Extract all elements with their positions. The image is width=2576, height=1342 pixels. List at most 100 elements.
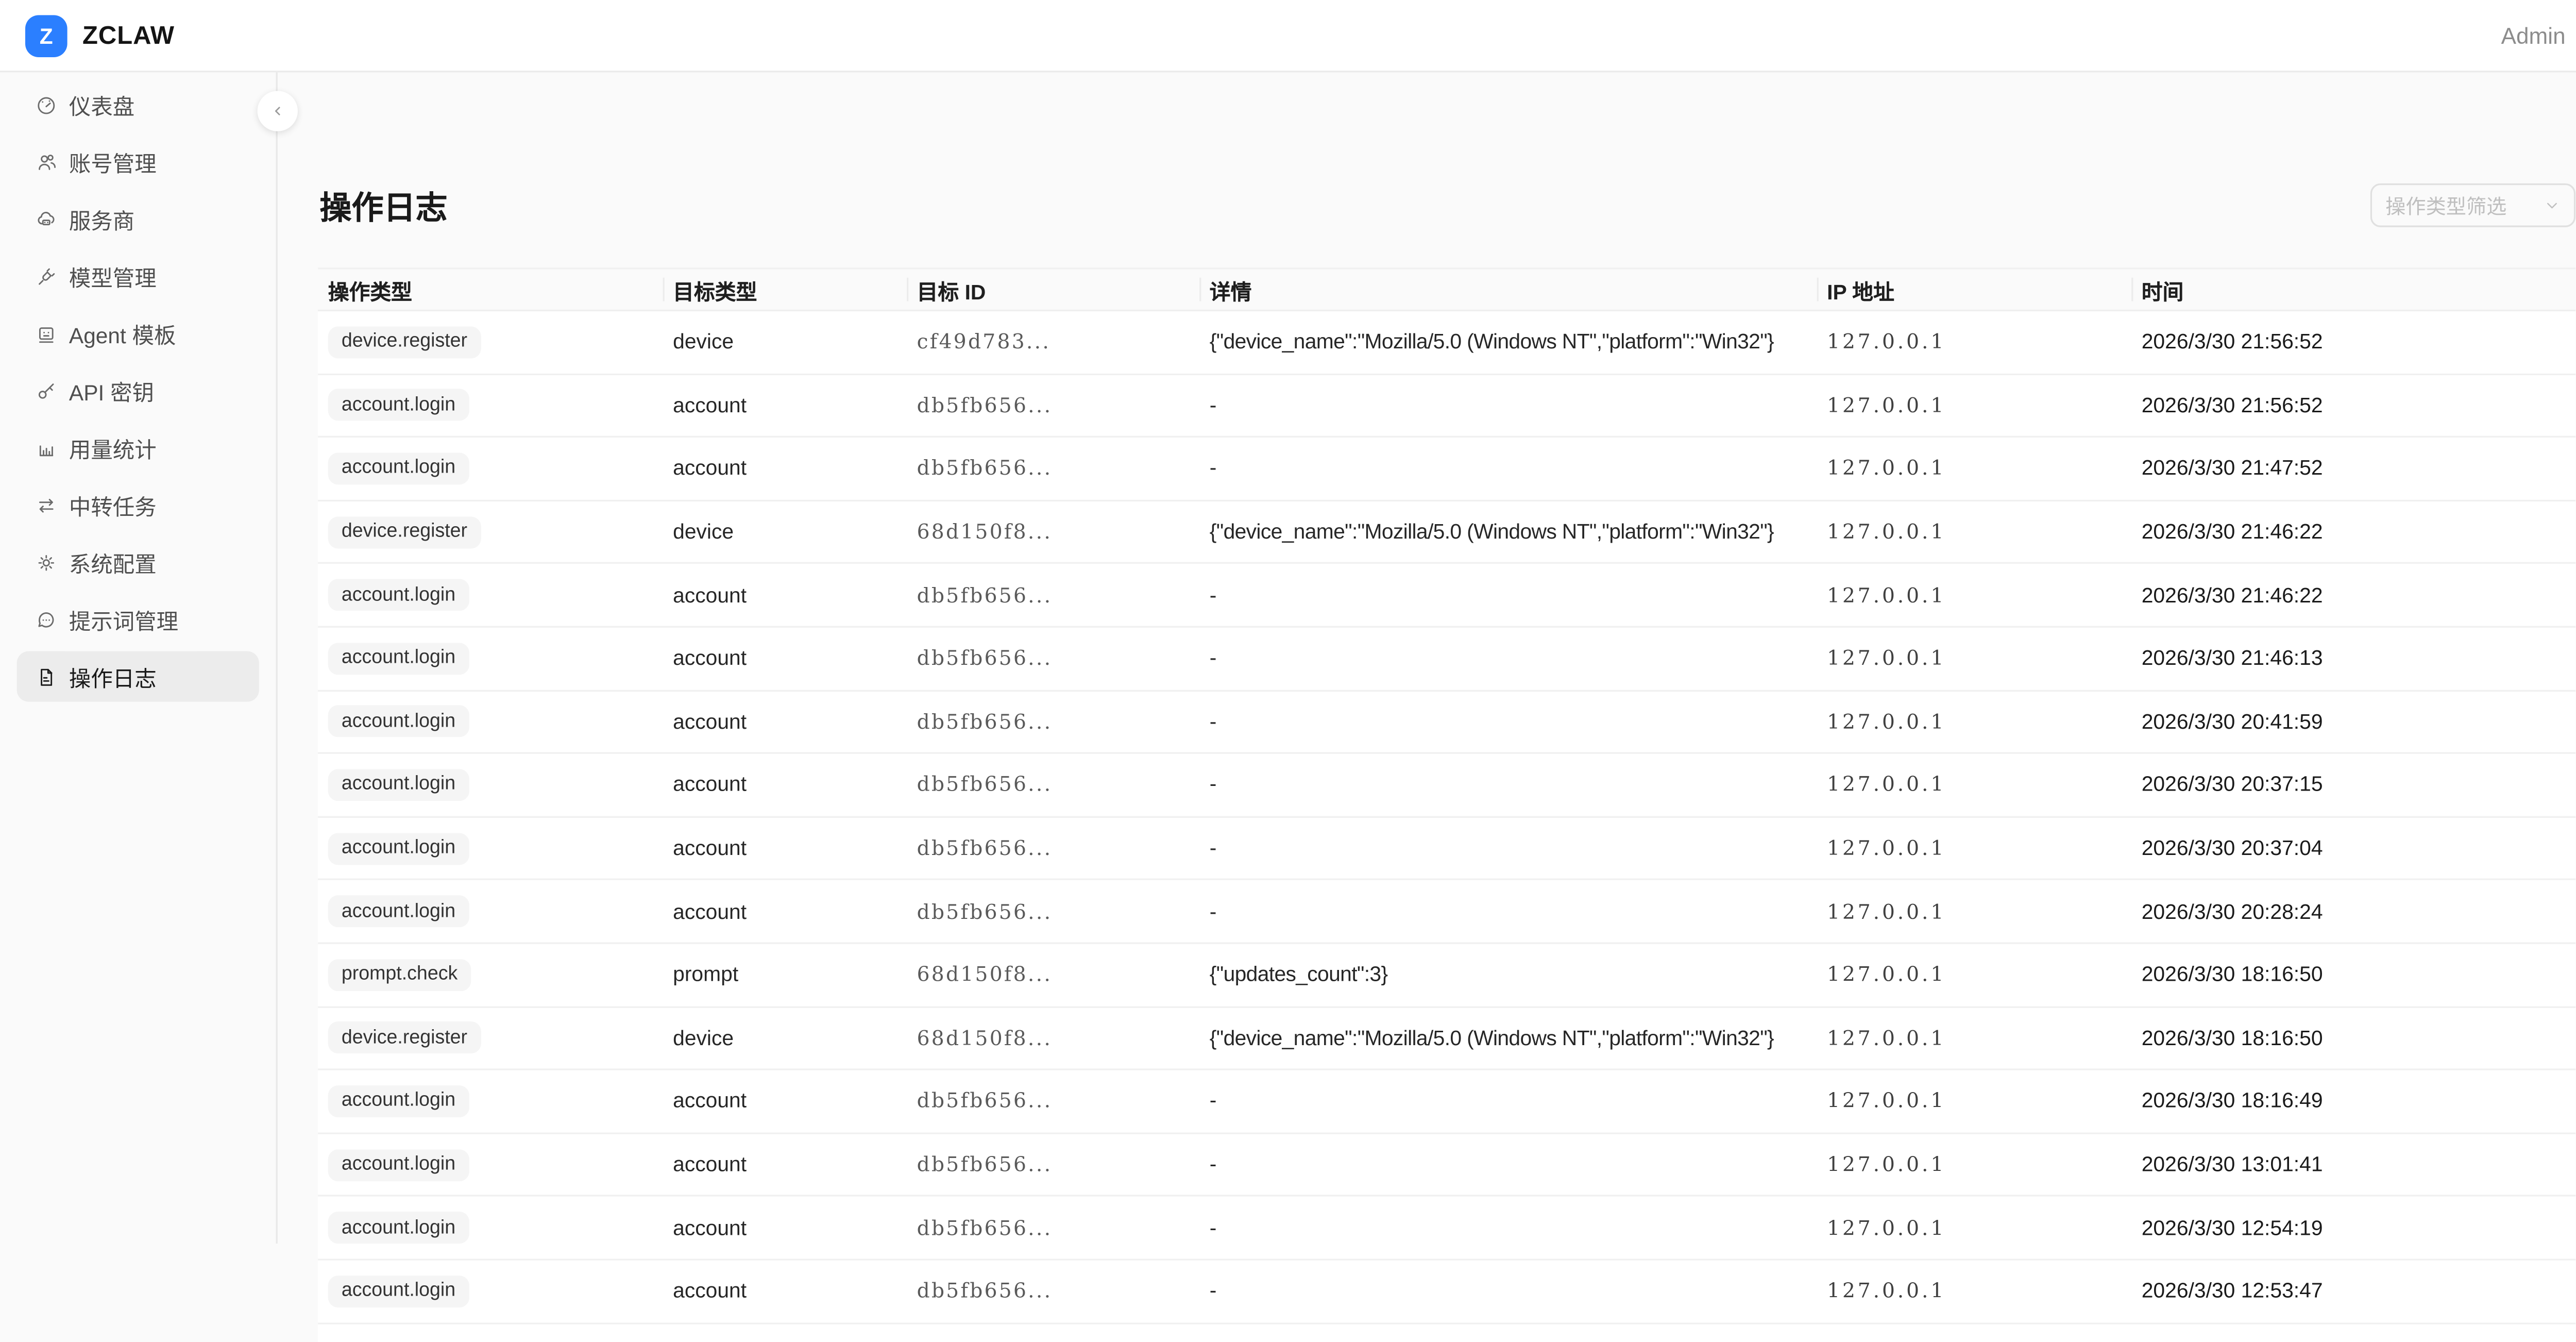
time-cell: 2026/3/30 21:56:52 — [2131, 330, 2575, 354]
user-menu[interactable]: Admin — [2501, 23, 2566, 48]
details-cell: - — [1199, 647, 1817, 670]
action-type-badge: account.login — [328, 1275, 469, 1307]
table-row: account.loginaccountdb5fb656...-127.0.0.… — [318, 564, 2575, 628]
action-type-cell: account.login — [318, 579, 663, 611]
details-cell: - — [1199, 1216, 1817, 1240]
time-cell: 2026/3/30 18:16:50 — [2131, 963, 2575, 987]
target-id-cell: db5fb656... — [907, 900, 1199, 924]
time-cell: 2026/3/30 21:47:52 — [2131, 457, 2575, 480]
action-type-cell: account.login — [318, 769, 663, 801]
target-type-cell: account — [663, 773, 907, 797]
table-row: device.registerdevice68d150f8...{"device… — [318, 501, 2575, 564]
sidebar-item-operation-logs[interactable]: 操作日志 — [17, 651, 259, 702]
ip-cell: 127.0.0.1 — [1817, 1216, 2132, 1240]
sidebar-item-relay-tasks[interactable]: 中转任务 — [17, 480, 259, 530]
details-cell: {"device_name":"Mozilla/5.0 (Windows NT"… — [1199, 520, 1817, 544]
column-header: 目标类型 — [663, 269, 907, 309]
action-type-badge: device.register — [328, 516, 481, 548]
details-cell: - — [1199, 1089, 1817, 1113]
sidebar-item-label: 用量统计 — [69, 432, 157, 464]
target-type-cell: prompt — [663, 963, 907, 987]
main-content: 操作日志 操作类型筛选 操作类型目标类型目标 ID详情IP 地址时间 devic… — [279, 72, 2576, 1244]
action-type-cell: account.login — [318, 1149, 663, 1181]
details-cell: - — [1199, 394, 1817, 417]
sidebar-collapse-button[interactable] — [258, 91, 298, 131]
time-cell: 2026/3/30 18:16:50 — [2131, 1026, 2575, 1050]
sidebar-item-label: 操作日志 — [69, 661, 157, 693]
target-type-cell: account — [663, 394, 907, 417]
ip-cell: 127.0.0.1 — [1817, 647, 2132, 670]
details-cell: - — [1199, 900, 1817, 924]
target-id-cell: db5fb656... — [907, 1279, 1199, 1303]
target-id-cell: db5fb656... — [907, 1216, 1199, 1240]
table-row: account.loginaccountdb5fb656...-127.0.0.… — [318, 375, 2575, 438]
sidebar-item-models[interactable]: 模型管理 — [17, 251, 259, 301]
action-type-cell: account.login — [318, 896, 663, 928]
action-type-cell: account.login — [318, 832, 663, 864]
target-id-cell: 68d150f8... — [907, 520, 1199, 544]
operation-log-table: 操作类型目标类型目标 ID详情IP 地址时间 device.registerde… — [318, 267, 2575, 1342]
sidebar-item-usage-stats[interactable]: 用量统计 — [17, 423, 259, 473]
action-type-cell: account.login — [318, 706, 663, 737]
details-cell: - — [1199, 710, 1817, 734]
action-type-cell: account.login — [318, 1085, 663, 1117]
robot-icon — [36, 322, 57, 344]
sidebar-item-system-config[interactable]: 系统配置 — [17, 537, 259, 588]
time-cell: 2026/3/30 12:54:19 — [2131, 1216, 2575, 1240]
target-id-cell: db5fb656... — [907, 1089, 1199, 1113]
page-title: 操作日志 — [319, 183, 447, 229]
sidebar-item-agent-templates[interactable]: Agent 模板 — [17, 308, 259, 359]
ip-cell: 127.0.0.1 — [1817, 836, 2132, 860]
table-body: device.registerdevicecf49d783...{"device… — [318, 311, 2575, 1323]
chevron-left-icon — [269, 103, 286, 120]
target-type-cell: device — [663, 330, 907, 354]
target-id-cell: 68d150f8... — [907, 963, 1199, 987]
table-header-row: 操作类型目标类型目标 ID详情IP 地址时间 — [318, 267, 2575, 311]
target-type-cell: account — [663, 1153, 907, 1177]
ip-cell: 127.0.0.1 — [1817, 394, 2132, 417]
details-cell: - — [1199, 1279, 1817, 1303]
sidebar-item-prompts[interactable]: 提示词管理 — [17, 594, 259, 645]
sidebar-item-dashboard[interactable]: 仪表盘 — [17, 79, 259, 129]
target-type-cell: device — [663, 1026, 907, 1050]
swap-icon — [36, 494, 57, 515]
sidebar-item-label: API 密钥 — [69, 375, 154, 407]
action-type-badge: account.login — [328, 1149, 469, 1181]
target-type-cell: account — [663, 583, 907, 607]
target-id-cell: cf49d783... — [907, 330, 1199, 354]
time-cell: 2026/3/30 21:46:22 — [2131, 520, 2575, 544]
app-window: Z ZCLAW Admin 仪表盘账号管理服务商模型管理Agent 模板API … — [0, 0, 2576, 1244]
table-row: prompt.checkprompt68d150f8...{"updates_c… — [318, 944, 2575, 1008]
column-header: 时间 — [2131, 269, 2575, 309]
column-header: IP 地址 — [1817, 269, 2132, 309]
action-type-cell: account.login — [318, 1275, 663, 1307]
target-type-cell: account — [663, 836, 907, 860]
table-row: account.loginaccountdb5fb656...-127.0.0.… — [318, 1070, 2575, 1134]
sidebar-item-label: 提示词管理 — [69, 603, 178, 635]
sidebar-item-providers[interactable]: 服务商 — [17, 194, 259, 244]
target-type-cell: account — [663, 1216, 907, 1240]
action-type-badge: account.login — [328, 579, 469, 611]
target-type-cell: account — [663, 900, 907, 924]
sidebar-item-label: 仪表盘 — [69, 88, 134, 120]
sidebar-item-accounts[interactable]: 账号管理 — [17, 136, 259, 187]
time-cell: 2026/3/30 20:37:15 — [2131, 773, 2575, 797]
details-cell: - — [1199, 583, 1817, 607]
target-id-cell: db5fb656... — [907, 1153, 1199, 1177]
table-row: account.loginaccountdb5fb656...-127.0.0.… — [318, 881, 2575, 944]
target-id-cell: db5fb656... — [907, 394, 1199, 417]
action-type-filter-select[interactable]: 操作类型筛选 — [2370, 183, 2575, 227]
target-type-cell: account — [663, 710, 907, 734]
details-cell: {"updates_count":3} — [1199, 963, 1817, 987]
time-cell: 2026/3/30 21:56:52 — [2131, 394, 2575, 417]
time-cell: 2026/3/30 21:46:13 — [2131, 647, 2575, 670]
document-icon — [36, 665, 57, 687]
details-cell: - — [1199, 457, 1817, 480]
sidebar-item-api-keys[interactable]: API 密钥 — [17, 365, 259, 416]
plug-icon — [36, 265, 57, 287]
action-type-badge: account.login — [328, 706, 469, 737]
action-type-cell: account.login — [318, 452, 663, 484]
table-row: account.loginaccountdb5fb656...-127.0.0.… — [318, 628, 2575, 691]
action-type-cell: account.login — [318, 390, 663, 422]
sidebar-item-label: 系统配置 — [69, 546, 157, 578]
